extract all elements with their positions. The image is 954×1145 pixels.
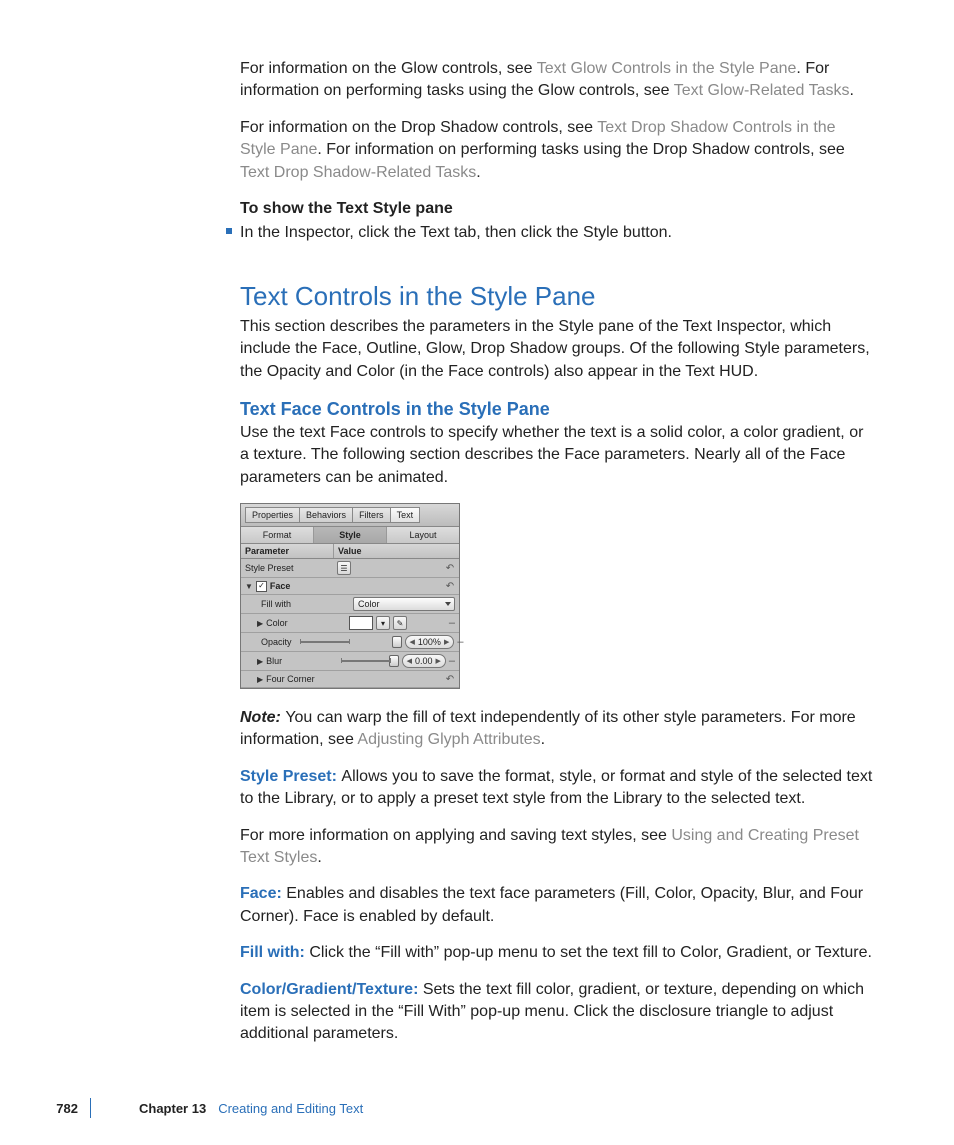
row-face: ▼ ✓ Face ↶ <box>241 578 459 595</box>
opacity-value-field[interactable]: ◀100%▶ <box>405 635 455 649</box>
page-footer: 782 Chapter 13 Creating and Editing Text <box>0 1098 363 1118</box>
disclosure-triangle-icon[interactable]: ▶ <box>257 619 263 628</box>
text: . <box>849 82 853 99</box>
term-face: Face: <box>240 885 286 902</box>
reset-icon[interactable]: ↶ <box>445 674 455 685</box>
preset-popup-button[interactable]: ☰ <box>337 561 351 575</box>
text: For more information on applying and sav… <box>240 827 671 844</box>
inspector-panel: Properties Behaviors Filters Text Format… <box>240 503 460 689</box>
term-style-preset: Style Preset: <box>240 768 341 785</box>
row-four-corner: ▶Four Corner ↶ <box>241 671 459 688</box>
row-color: ▶Color ▾ ✎ – <box>241 614 459 633</box>
def-face: Face: Enables and disables the text face… <box>240 883 874 928</box>
header-parameter: Parameter <box>241 544 334 558</box>
subtab-style[interactable]: Style <box>314 527 387 543</box>
subsection-heading: Text Face Controls in the Style Pane <box>240 399 874 420</box>
link-glow-tasks[interactable]: Text Glow-Related Tasks <box>674 82 850 99</box>
chapter-number: Chapter 13 <box>139 1101 206 1116</box>
tab-text[interactable]: Text <box>391 507 421 523</box>
page-number: 782 <box>0 1101 90 1116</box>
label-blur: Blur <box>266 656 282 666</box>
eyedropper-icon[interactable]: ✎ <box>393 616 407 630</box>
term-cgt: Color/Gradient/Texture: <box>240 981 423 998</box>
keyframe-dash-icon[interactable]: – <box>449 617 455 629</box>
note-label: Note: <box>240 709 285 726</box>
opacity-slider[interactable] <box>300 637 402 647</box>
link-glow-controls[interactable]: Text Glow Controls in the Style Pane <box>537 60 797 77</box>
color-well[interactable] <box>349 616 373 630</box>
row-blur: ▶Blur ◀0.00▶ – <box>241 652 459 671</box>
column-headers: Parameter Value <box>241 544 459 559</box>
text: You can warp the fill of text independen… <box>240 709 856 748</box>
para-more-info: For more information on applying and sav… <box>240 825 874 870</box>
label-style-preset: Style Preset <box>245 563 294 573</box>
fill-with-popup[interactable]: Color <box>353 597 455 611</box>
text: . <box>476 164 480 181</box>
def-fill-with: Fill with: Click the “Fill with” pop-up … <box>240 942 874 964</box>
text: Click the “Fill with” pop-up menu to set… <box>309 944 872 961</box>
header-value: Value <box>334 544 459 558</box>
chapter-title: Creating and Editing Text <box>218 1101 363 1116</box>
heading-show-style-pane: To show the Text Style pane <box>240 198 874 220</box>
keyframe-dash-icon[interactable]: – <box>457 636 463 648</box>
label-fill-with: Fill with <box>261 599 291 609</box>
def-style-preset: Style Preset: Allows you to save the for… <box>240 766 874 811</box>
blur-slider[interactable] <box>341 656 399 666</box>
tab-properties[interactable]: Properties <box>245 507 300 523</box>
row-fill-with: Fill with Color <box>241 595 459 614</box>
section-heading: Text Controls in the Style Pane <box>240 281 874 312</box>
color-dropdown-button[interactable]: ▾ <box>376 616 390 630</box>
bullet-icon <box>226 228 232 234</box>
tab-behaviors[interactable]: Behaviors <box>300 507 353 523</box>
footer-divider <box>90 1098 91 1118</box>
text: For information on the Drop Shadow contr… <box>240 119 597 136</box>
label-four-corner: Four Corner <box>266 674 315 684</box>
label-face: Face <box>270 581 291 591</box>
face-checkbox[interactable]: ✓ <box>256 581 267 592</box>
def-color-gradient-texture: Color/Gradient/Texture: Sets the text fi… <box>240 979 874 1046</box>
section-body: This section describes the parameters in… <box>240 316 874 383</box>
link-dropshadow-tasks[interactable]: Text Drop Shadow-Related Tasks <box>240 164 476 181</box>
para-glow: For information on the Glow controls, se… <box>240 58 874 103</box>
text: For information on the Glow controls, se… <box>240 60 537 77</box>
note-paragraph: Note: You can warp the fill of text inde… <box>240 707 874 752</box>
disclosure-triangle-icon[interactable]: ▶ <box>257 675 263 684</box>
disclosure-triangle-icon[interactable]: ▶ <box>257 657 263 666</box>
text: . For information on performing tasks us… <box>317 141 844 158</box>
inspector-subtabs: Format Style Layout <box>241 527 459 544</box>
para-dropshadow: For information on the Drop Shadow contr… <box>240 117 874 184</box>
label-opacity: Opacity <box>261 637 292 647</box>
bullet-text: In the Inspector, click the Text tab, th… <box>240 224 672 241</box>
reset-icon[interactable]: ↶ <box>445 581 455 592</box>
text: . <box>541 731 545 748</box>
subtab-layout[interactable]: Layout <box>387 527 459 543</box>
row-style-preset: Style Preset ☰ ↶ <box>241 559 459 578</box>
term-fill-with: Fill with: <box>240 944 309 961</box>
inspector-tabs: Properties Behaviors Filters Text <box>241 504 459 527</box>
subsection-body: Use the text Face controls to specify wh… <box>240 422 874 489</box>
keyframe-dash-icon[interactable]: – <box>449 655 455 667</box>
subtab-format[interactable]: Format <box>241 527 314 543</box>
tab-filters[interactable]: Filters <box>353 507 391 523</box>
bullet-instruction: In the Inspector, click the Text tab, th… <box>240 222 874 244</box>
blur-value-field[interactable]: ◀0.00▶ <box>402 654 446 668</box>
reset-icon[interactable]: ↶ <box>445 563 455 574</box>
text: Enables and disables the text face param… <box>240 885 863 924</box>
link-glyph-attributes[interactable]: Adjusting Glyph Attributes <box>357 731 540 748</box>
text: . <box>317 849 321 866</box>
label-color: Color <box>266 618 288 628</box>
disclosure-triangle-icon[interactable]: ▼ <box>245 582 253 591</box>
row-opacity: Opacity ◀100%▶ – <box>241 633 459 652</box>
